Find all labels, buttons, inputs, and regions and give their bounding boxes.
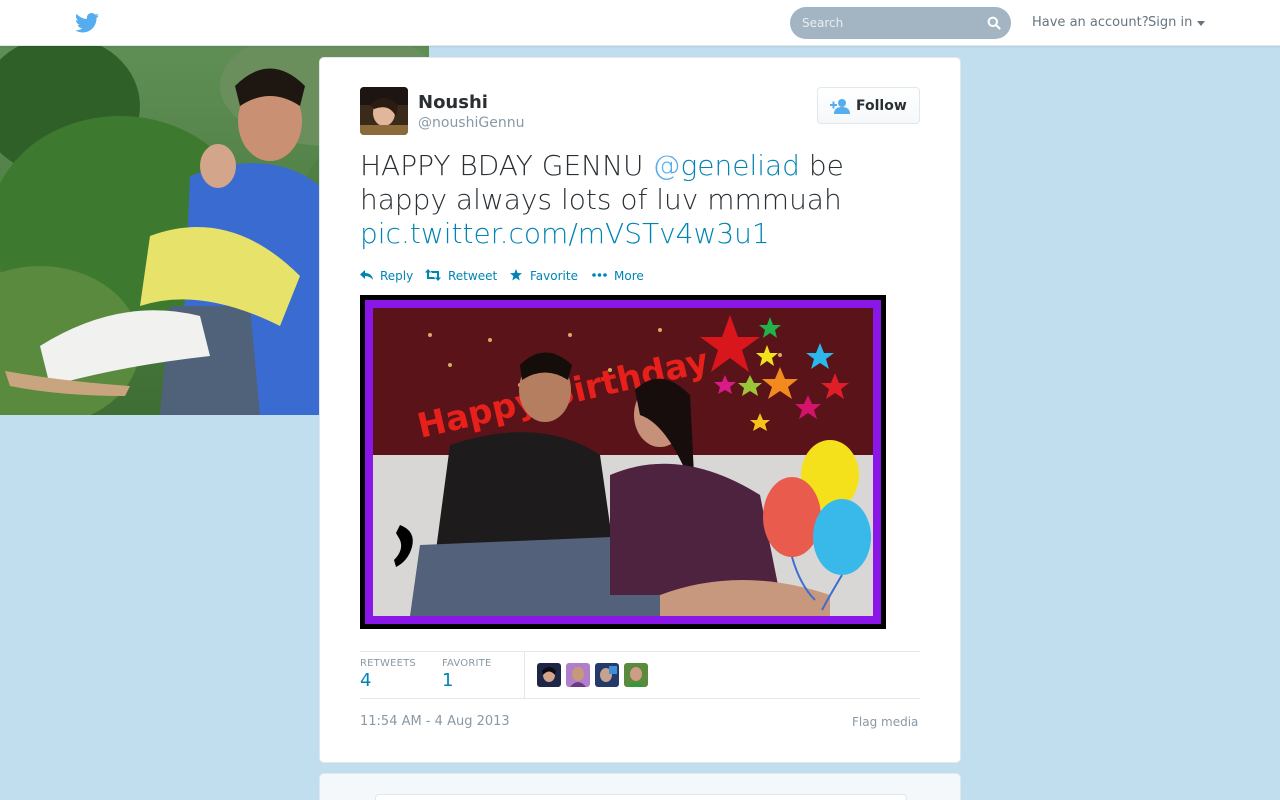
avatar[interactable]	[360, 87, 408, 135]
tweet-text-part1: HAPPY BDAY GENNU	[360, 149, 653, 182]
tweet-card: Noushi @noushiGennu Follow HAPPY BDAY GE…	[319, 57, 961, 763]
user-fullname[interactable]: Noushi	[418, 92, 488, 113]
tweet-text: HAPPY BDAY GENNU @geneliad be happy alwa…	[360, 149, 920, 251]
favorite-action[interactable]: Favorite	[510, 268, 582, 286]
follow-person-icon	[830, 99, 850, 114]
caret-down-icon[interactable]	[1197, 21, 1205, 26]
mention-name: geneliad	[680, 149, 800, 182]
retweet-icon	[425, 269, 441, 281]
retweeter-avatar[interactable]	[624, 663, 648, 687]
retweets-count: 4	[360, 670, 372, 691]
top-bar: Have an account? Sign in	[0, 0, 1280, 46]
search-input[interactable]	[802, 7, 982, 39]
tweet-media-image[interactable]: Happy Birthday	[360, 295, 886, 629]
star-icon	[510, 269, 522, 281]
retweeter-avatar[interactable]	[537, 663, 561, 687]
favorites-stat[interactable]: FAVORITE 1	[442, 658, 492, 691]
favorites-label: FAVORITE	[442, 658, 492, 669]
reply-icon	[360, 270, 373, 280]
search-box[interactable]	[790, 7, 1011, 39]
more-action[interactable]: More	[592, 268, 648, 286]
reply-card	[319, 773, 961, 800]
reply-label: Reply	[380, 269, 414, 283]
follow-label: Follow	[856, 98, 907, 114]
more-label: More	[614, 269, 644, 283]
retweets-label: RETWEETS	[360, 658, 416, 669]
mention-link[interactable]: @geneliad	[652, 149, 800, 182]
user-handle[interactable]: @noushiGennu	[418, 115, 524, 131]
ellipsis-icon	[592, 273, 607, 277]
retweet-action[interactable]: Retweet	[425, 268, 500, 286]
reply-action[interactable]: Reply	[360, 268, 416, 286]
flag-media-link[interactable]: Flag media	[852, 715, 918, 729]
twitter-bird-icon[interactable]	[75, 13, 99, 33]
favorite-label: Favorite	[530, 269, 578, 283]
mention-at: @	[652, 149, 681, 182]
favorites-count: 1	[442, 670, 454, 691]
reply-box[interactable]	[375, 794, 907, 800]
retweeter-avatar[interactable]	[566, 663, 590, 687]
tweet-stats: RETWEETS 4 FAVORITE 1	[360, 651, 920, 699]
retweets-stat[interactable]: RETWEETS 4	[360, 658, 416, 691]
search-icon[interactable]	[987, 16, 1001, 30]
tweet-timestamp[interactable]: 11:54 AM - 4 Aug 2013	[360, 714, 510, 729]
pic-link[interactable]: pic.twitter.com/mVSTv4w3u1	[360, 217, 770, 250]
sign-in-link[interactable]: Sign in	[1148, 15, 1192, 30]
retweeter-avatar[interactable]	[595, 663, 619, 687]
stats-divider	[524, 652, 525, 699]
follow-button[interactable]: Follow	[817, 87, 920, 124]
have-account-text: Have an account?	[1032, 15, 1149, 30]
retweet-label: Retweet	[448, 269, 498, 283]
